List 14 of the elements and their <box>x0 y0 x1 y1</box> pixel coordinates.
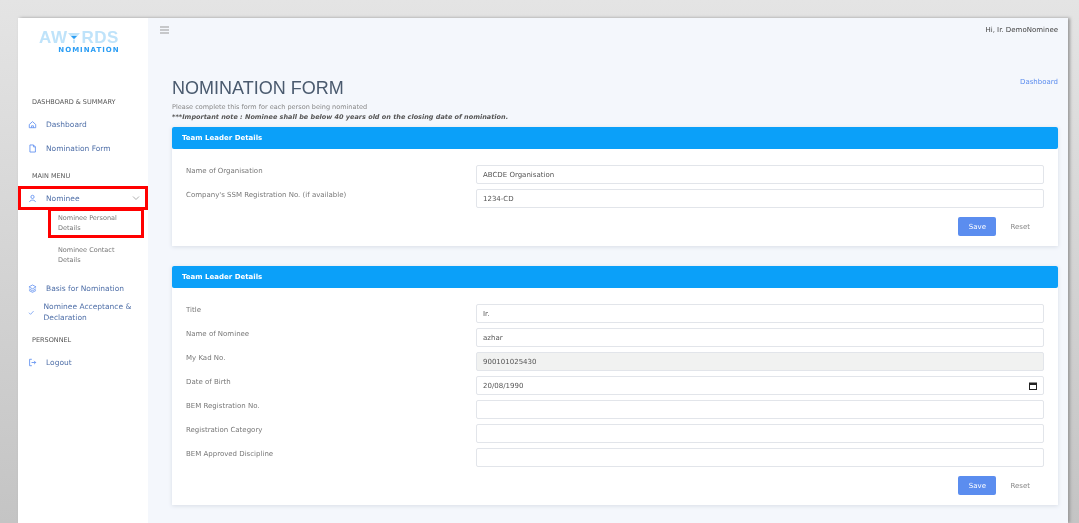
trophy-icon <box>67 31 82 45</box>
input-field[interactable] <box>476 400 1044 419</box>
input-field[interactable] <box>476 448 1044 467</box>
document-icon <box>28 143 37 153</box>
chevron-icon[interactable] <box>132 194 140 202</box>
logout-icon <box>28 357 37 367</box>
menu-icon[interactable] <box>160 26 169 34</box>
logo: AW RDS <box>39 30 119 46</box>
home-icon <box>28 119 37 129</box>
page-title: NOMINATION FORM <box>172 78 344 99</box>
input-field[interactable] <box>476 424 1044 443</box>
layers-icon <box>28 283 37 293</box>
user-icon <box>28 193 37 203</box>
calendar-icon[interactable] <box>1029 381 1037 390</box>
